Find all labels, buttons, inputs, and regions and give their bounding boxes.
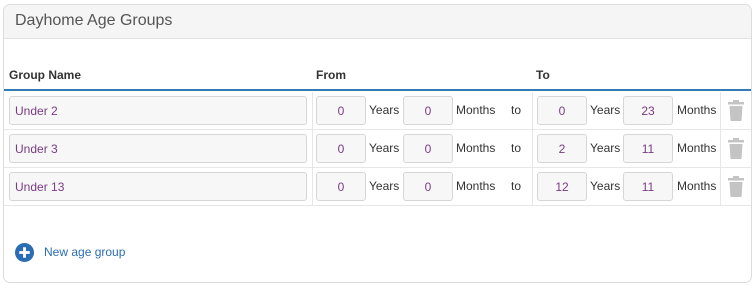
column-divider xyxy=(720,168,721,205)
column-divider xyxy=(720,130,721,167)
years-label: Years xyxy=(369,103,400,117)
column-divider xyxy=(532,168,533,205)
to-years-input[interactable] xyxy=(537,134,587,163)
age-groups-panel: Dayhome Age Groups Group Name From To Ye… xyxy=(3,4,752,283)
years-label: Years xyxy=(590,179,621,193)
trash-icon[interactable] xyxy=(727,138,745,160)
table-row: Years Months to Years Months xyxy=(4,130,751,168)
trash-icon[interactable] xyxy=(727,176,745,198)
plus-circle-icon xyxy=(15,242,34,262)
to-years-input[interactable] xyxy=(537,96,587,125)
column-divider xyxy=(532,92,533,129)
from-months-input[interactable] xyxy=(403,134,453,163)
years-label: Years xyxy=(590,103,621,117)
table-row: Years Months to Years Months xyxy=(4,92,751,130)
years-label: Years xyxy=(590,141,621,155)
range-to-label: to xyxy=(511,103,522,117)
new-age-group-label: New age group xyxy=(44,245,126,259)
trash-icon[interactable] xyxy=(727,100,745,122)
to-months-input[interactable] xyxy=(623,172,673,201)
from-years-input[interactable] xyxy=(316,96,366,125)
range-to-label: to xyxy=(511,179,522,193)
panel-header: Dayhome Age Groups xyxy=(4,5,751,39)
column-divider xyxy=(312,130,313,167)
months-label: Months xyxy=(677,103,717,117)
to-months-input[interactable] xyxy=(623,96,673,125)
group-name-input[interactable] xyxy=(9,172,307,201)
from-months-input[interactable] xyxy=(403,96,453,125)
table-row: Years Months to Years Months xyxy=(4,168,751,206)
table-header: Group Name From To xyxy=(4,39,751,91)
from-months-input[interactable] xyxy=(403,172,453,201)
months-label: Months xyxy=(677,141,717,155)
group-name-input[interactable] xyxy=(9,134,307,163)
column-header-to: To xyxy=(536,68,550,82)
group-name-input[interactable] xyxy=(9,96,307,125)
years-label: Years xyxy=(369,179,400,193)
new-age-group-button[interactable]: New age group xyxy=(15,242,125,262)
range-to-label: to xyxy=(511,141,522,155)
column-header-group-name: Group Name xyxy=(9,68,82,82)
months-label: Months xyxy=(456,141,496,155)
to-years-input[interactable] xyxy=(537,172,587,201)
column-header-from: From xyxy=(316,68,346,82)
column-divider xyxy=(312,92,313,129)
panel-title: Dayhome Age Groups xyxy=(15,12,173,29)
from-years-input[interactable] xyxy=(316,172,366,201)
column-divider xyxy=(532,130,533,167)
column-divider xyxy=(312,168,313,205)
to-months-input[interactable] xyxy=(623,134,673,163)
months-label: Months xyxy=(677,179,717,193)
months-label: Months xyxy=(456,103,496,117)
column-divider xyxy=(720,92,721,129)
from-years-input[interactable] xyxy=(316,134,366,163)
years-label: Years xyxy=(369,141,400,155)
months-label: Months xyxy=(456,179,496,193)
